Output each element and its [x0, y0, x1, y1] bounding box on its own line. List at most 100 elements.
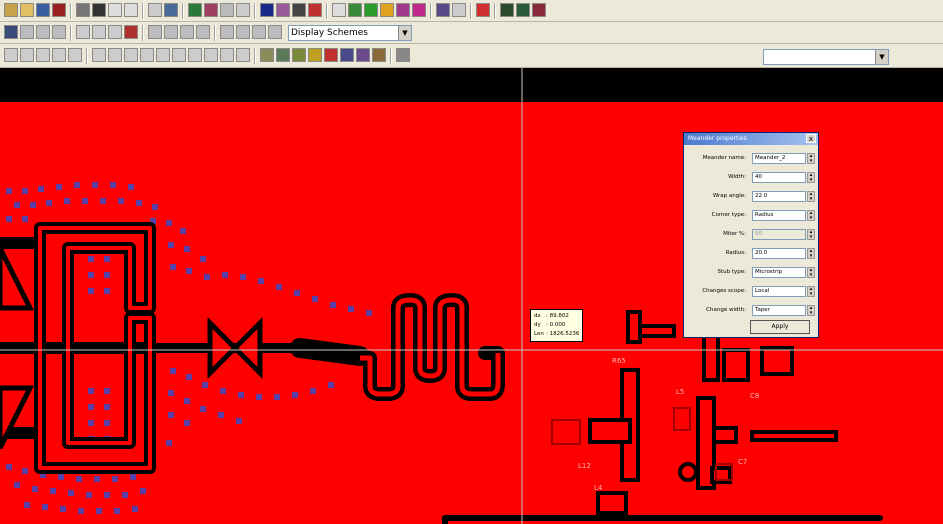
sort-icon[interactable] — [148, 3, 162, 17]
rectangle-icon[interactable] — [140, 48, 154, 62]
dialog-row: Stub type: Microstrip ▴ ▾ — [686, 267, 816, 279]
spin-icon[interactable] — [196, 25, 210, 39]
line-icon[interactable] — [92, 48, 106, 62]
distribute-icon[interactable] — [52, 25, 66, 39]
bend-icon[interactable] — [268, 25, 282, 39]
spinner-icon[interactable]: ▴ ▾ — [807, 172, 815, 183]
toolbar-separator — [70, 25, 72, 41]
new-file-icon[interactable] — [4, 3, 18, 17]
spinner-icon[interactable]: ▴ ▾ — [807, 210, 815, 221]
dimension-vertical-icon[interactable] — [36, 48, 50, 62]
align-right-icon[interactable] — [36, 25, 50, 39]
via-icon[interactable] — [324, 48, 338, 62]
display-scheme-combo[interactable]: Display Schemes ▼ — [288, 25, 412, 41]
toolbar-separator — [494, 3, 496, 19]
drc-icon[interactable] — [220, 3, 234, 17]
dimension-icon[interactable] — [4, 48, 18, 62]
snap-icon[interactable] — [436, 3, 450, 17]
circle-icon[interactable] — [124, 48, 138, 62]
select-mode-icon[interactable] — [4, 25, 18, 39]
grid-icon[interactable] — [476, 3, 490, 17]
dialog-row: Wrap angle: 22.0 ▴ ▾ — [686, 191, 816, 203]
properties-icon[interactable] — [260, 48, 274, 62]
funnel-icon[interactable] — [412, 3, 426, 17]
pad-icon[interactable] — [380, 3, 394, 17]
flip-icon[interactable] — [148, 25, 162, 39]
undo-icon[interactable] — [108, 3, 122, 17]
dialog-field-input[interactable]: Local — [752, 286, 806, 297]
dialog-field-input[interactable]: Taper — [752, 305, 806, 316]
apply-button[interactable]: Apply — [750, 320, 810, 334]
dialog-field-input[interactable]: Microstrip — [752, 267, 806, 278]
autorouter-icon[interactable] — [308, 3, 322, 17]
dialog-title-bar[interactable]: Meander properties x — [684, 133, 818, 145]
library-icon[interactable] — [164, 3, 178, 17]
align-icon[interactable] — [20, 25, 34, 39]
copy-icon[interactable] — [108, 25, 122, 39]
spinner-icon[interactable]: ▴ ▾ — [807, 248, 815, 259]
dialog-field-input[interactable]: 22.0 — [752, 191, 806, 202]
window-arrange-icon[interactable] — [532, 3, 546, 17]
chevron-down-icon[interactable]: ▼ — [875, 50, 888, 64]
filter-icon[interactable] — [396, 3, 410, 17]
dialog-field-input[interactable]: Meander_2 — [752, 153, 806, 164]
fanout-icon[interactable] — [372, 48, 386, 62]
rotate-icon[interactable] — [164, 25, 178, 39]
diamond-icon[interactable] — [364, 3, 378, 17]
netlist-icon[interactable] — [188, 3, 202, 17]
group-icon[interactable] — [76, 25, 90, 39]
dialog-field-input[interactable]: 40 — [752, 172, 806, 183]
route-icon[interactable] — [276, 3, 290, 17]
save-icon[interactable] — [36, 3, 50, 17]
spinner-icon[interactable]: ▴ ▾ — [807, 153, 815, 164]
redo-icon[interactable] — [124, 3, 138, 17]
spinner-icon[interactable]: ▴ ▾ — [807, 286, 815, 297]
dimension-angle-icon[interactable] — [68, 48, 82, 62]
keepout-icon[interactable] — [220, 48, 234, 62]
dialog-field-input[interactable]: 20.0 — [752, 248, 806, 259]
component-icon[interactable] — [204, 3, 218, 17]
meander-icon[interactable] — [308, 48, 322, 62]
toolbar-separator — [70, 3, 72, 19]
window-cascade-icon[interactable] — [516, 3, 530, 17]
layer-icon[interactable] — [260, 3, 274, 17]
hierarchy-icon[interactable] — [276, 48, 290, 62]
delete-icon[interactable] — [452, 3, 466, 17]
polygon-icon[interactable] — [156, 48, 170, 62]
window-icon[interactable] — [396, 48, 410, 62]
mirror-icon[interactable] — [180, 25, 194, 39]
cutout-icon[interactable] — [204, 48, 218, 62]
exit-icon[interactable] — [52, 3, 66, 17]
chevron-down-icon[interactable]: ▼ — [398, 26, 411, 40]
move-icon[interactable] — [348, 3, 362, 17]
paste-icon[interactable] — [124, 25, 138, 39]
pointer-icon[interactable] — [332, 3, 346, 17]
layer-combo[interactable]: ▼ — [763, 49, 889, 65]
unroute-icon[interactable] — [292, 3, 306, 17]
text-icon[interactable] — [236, 48, 250, 62]
push-icon[interactable] — [220, 25, 234, 39]
spinner-icon[interactable]: ▴ ▾ — [807, 267, 815, 278]
net-icon[interactable] — [356, 48, 370, 62]
close-icon[interactable]: x — [806, 134, 816, 143]
report-icon[interactable] — [236, 3, 250, 17]
find-icon[interactable] — [92, 3, 106, 17]
arc-icon[interactable] — [108, 48, 122, 62]
dialog-field-label: Changes scope: — [702, 288, 746, 294]
print-icon[interactable] — [76, 3, 90, 17]
shove-icon[interactable] — [236, 25, 250, 39]
dimension-aligned-icon[interactable] — [52, 48, 66, 62]
teardrop-icon[interactable] — [340, 48, 354, 62]
ungroup-icon[interactable] — [92, 25, 106, 39]
dimension-horizontal-icon[interactable] — [20, 48, 34, 62]
hug-icon[interactable] — [252, 25, 266, 39]
window-tile-icon[interactable] — [500, 3, 514, 17]
open-folder-icon[interactable] — [20, 3, 34, 17]
pcb-icon[interactable] — [292, 48, 306, 62]
spinner-icon[interactable]: ▴ ▾ — [807, 191, 815, 202]
spinner-icon[interactable]: ▴ ▾ — [807, 305, 815, 316]
copper-icon[interactable] — [188, 48, 202, 62]
readout-dx: dx: 89.802 — [534, 313, 569, 319]
dialog-field-input[interactable]: Radius — [752, 210, 806, 221]
polyline-icon[interactable] — [172, 48, 186, 62]
